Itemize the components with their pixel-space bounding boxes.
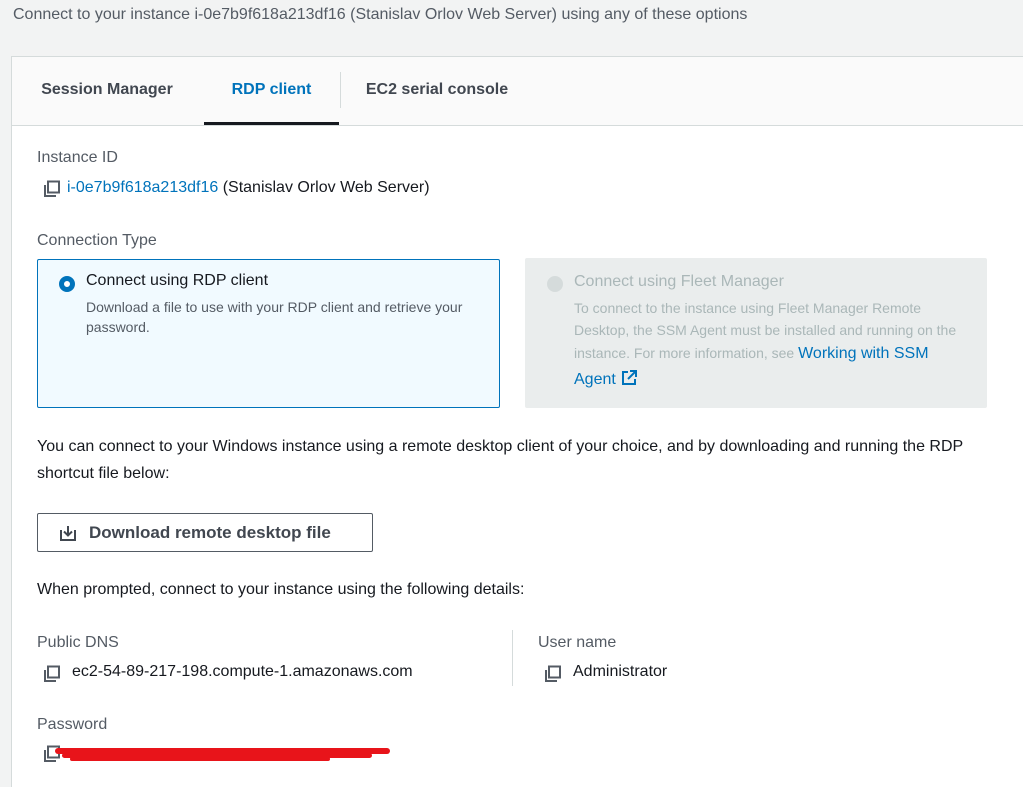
instance-id-link[interactable]: i-0e7b9f618a213df16 [67, 179, 218, 196]
details-divider [512, 630, 513, 686]
connect-description: Connect to your instance i-0e7b9f618a213… [13, 6, 748, 23]
connection-tabs: Session Manager RDP client EC2 serial co… [12, 57, 1023, 126]
download-button-label: Download remote desktop file [89, 522, 331, 542]
public-dns-value: ec2-54-89-217-198.compute-1.amazonaws.co… [72, 663, 413, 680]
connection-type-label: Connection Type [37, 232, 157, 249]
rdp-option-title: Connect using RDP client [86, 272, 269, 289]
tab-separator [340, 72, 341, 108]
download-icon [60, 525, 76, 541]
redaction-stroke [70, 757, 330, 761]
rdp-instructions: You can connect to your Windows instance… [37, 438, 963, 482]
rdp-client-option[interactable]: Connect using RDP client Download a file… [37, 259, 500, 408]
external-link-icon [622, 370, 638, 385]
rdp-radio[interactable] [59, 276, 75, 292]
instance-name: (Stanislav Orlov Web Server) [222, 179, 430, 196]
password-label: Password [37, 716, 108, 733]
tab-rdp-client[interactable]: RDP client [204, 57, 339, 125]
fleet-option-title: Connect using Fleet Manager [574, 273, 784, 290]
fleet-radio [547, 276, 563, 292]
username-value: Administrator [573, 663, 668, 680]
fleet-option-description: To connect to the instance using Fleet M… [574, 297, 969, 393]
connection-prompt: When prompted, connect to your instance … [37, 581, 525, 598]
copy-icon[interactable] [43, 665, 61, 683]
fleet-manager-option: Connect using Fleet Manager To connect t… [525, 258, 987, 408]
username-label: User name [538, 634, 617, 651]
copy-icon[interactable] [43, 180, 61, 198]
instance-id-label: Instance ID [37, 149, 118, 166]
instance-id-value: i-0e7b9f618a213df16 (Stanislav Orlov Web… [67, 179, 430, 197]
public-dns-label: Public DNS [37, 634, 119, 651]
copy-icon[interactable] [544, 665, 562, 683]
tab-session-manager[interactable]: Session Manager [12, 57, 202, 123]
tab-ec2-serial-console[interactable]: EC2 serial console [342, 57, 532, 123]
rdp-option-description: Download a file to use with your RDP cli… [86, 299, 463, 335]
download-rdp-file-button[interactable]: Download remote desktop file [37, 513, 373, 552]
